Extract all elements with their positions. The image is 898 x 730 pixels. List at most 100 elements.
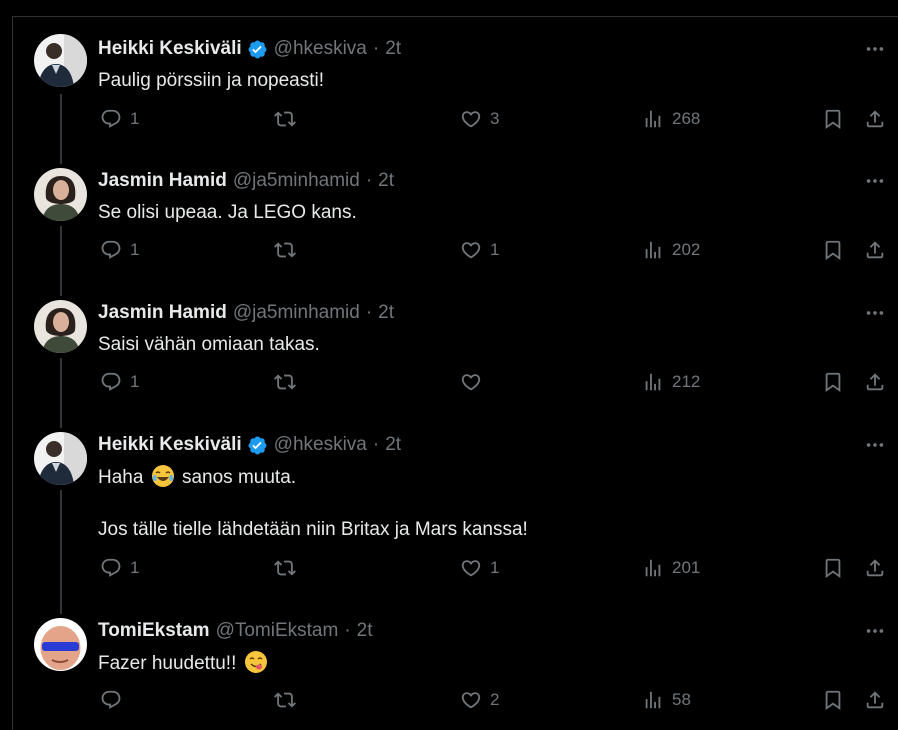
views-button[interactable]: 58 [642,689,691,711]
views-button[interactable]: 201 [642,557,700,579]
bookmark-icon [822,239,844,261]
views-count: 58 [672,690,691,709]
bookmark-button[interactable] [822,557,844,579]
like-icon [460,108,482,130]
like-count: 2 [490,690,500,709]
tweet-paragraph: Haha sanos muuta. [98,464,528,491]
bookmark-button[interactable] [822,371,844,393]
bookmark-button[interactable] [822,239,844,261]
tweet-header: Heikki Keskiväli @hkeskiva · 2t [98,434,401,456]
avatar[interactable] [34,618,87,671]
verified-icon [247,435,268,456]
reply-button[interactable]: 1 [100,108,139,130]
timestamp[interactable]: 2t [357,620,373,642]
views-icon [642,371,664,393]
like-count: 1 [490,558,500,577]
author-name[interactable]: Jasmin Hamid [98,302,227,324]
retweet-button[interactable] [274,239,304,261]
yum-face-emoji-icon [244,651,267,673]
avatar[interactable] [34,168,87,221]
timestamp[interactable]: 2t [385,38,401,60]
separator-dot: · [365,170,373,191]
like-button[interactable]: 1 [460,557,499,579]
share-button[interactable] [864,371,886,393]
more-icon[interactable] [864,620,886,642]
share-button[interactable] [864,108,886,130]
tweet-text: Se olisi upeaa. Ja LEGO kans. [98,200,357,226]
reply-button[interactable] [100,689,130,711]
views-icon [642,557,664,579]
bookmark-button[interactable] [822,108,844,130]
author-handle[interactable]: @ja5minhamid [233,302,360,324]
reply-icon [100,239,122,261]
bookmark-icon [822,371,844,393]
like-button[interactable]: 1 [460,239,499,261]
reply-count: 1 [130,558,140,577]
avatar-image [34,432,87,485]
tweet-paragraph: Paulig pörssiin ja nopeasti! [98,70,325,91]
author-name[interactable]: TomiEkstam [98,620,210,642]
tweet[interactable]: Jasmin Hamid @ja5minhamid · 2t Saisi väh… [12,294,898,424]
retweet-button[interactable] [274,108,304,130]
share-button[interactable] [864,239,886,261]
more-icon[interactable] [864,302,886,324]
views-button[interactable]: 212 [642,371,700,393]
avatar[interactable] [34,300,87,353]
timestamp[interactable]: 2t [378,302,394,324]
timestamp[interactable]: 2t [385,434,401,456]
author-name[interactable]: Heikki Keskiväli [98,434,242,456]
tweet-text: Haha sanos muuta. Jos tälle tielle lähde… [98,464,528,543]
reply-count: 1 [130,372,140,391]
tweet-actions: 1 212 [98,371,898,401]
share-button[interactable] [864,689,886,711]
more-icon[interactable] [864,434,886,456]
tweet-header: Jasmin Hamid @ja5minhamid · 2t [98,302,394,324]
retweet-button[interactable] [274,557,304,579]
like-icon [460,239,482,261]
tweet[interactable]: TomiEkstam @TomiEkstam · 2t Fazer huudet… [12,612,898,730]
retweet-button[interactable] [274,689,304,711]
like-button[interactable]: 3 [460,108,499,130]
reply-count: 1 [130,240,140,259]
like-icon [460,689,482,711]
author-handle[interactable]: @ja5minhamid [233,170,360,192]
like-button[interactable] [460,371,490,393]
verified-icon [247,39,268,60]
avatar[interactable] [34,432,87,485]
author-name[interactable]: Jasmin Hamid [98,170,227,192]
share-icon [864,557,886,579]
reply-button[interactable]: 1 [100,371,139,393]
tweet[interactable]: Heikki Keskiväli @hkeskiva · 2t Haha san… [12,426,898,612]
author-name[interactable]: Heikki Keskiväli [98,38,242,60]
tweet-text: Paulig pörssiin ja nopeasti! [98,68,324,94]
like-count: 1 [490,240,500,259]
tweet-header: Jasmin Hamid @ja5minhamid · 2t [98,170,394,192]
views-count: 201 [672,558,701,577]
reply-count: 1 [130,109,140,128]
retweet-icon [274,239,296,261]
bookmark-button[interactable] [822,689,844,711]
bookmark-icon [822,557,844,579]
tweet[interactable]: Heikki Keskiväli @hkeskiva · 2t Paulig p… [12,30,898,160]
author-handle[interactable]: @hkeskiva [274,38,367,60]
tweet-header: TomiEkstam @TomiEkstam · 2t [98,620,373,642]
retweet-icon [274,557,296,579]
reply-button[interactable]: 1 [100,557,139,579]
share-button[interactable] [864,557,886,579]
reply-button[interactable]: 1 [100,239,139,261]
timestamp[interactable]: 2t [378,170,394,192]
views-button[interactable]: 202 [642,239,700,261]
views-icon [642,108,664,130]
share-icon [864,689,886,711]
author-handle[interactable]: @TomiEkstam [216,620,339,642]
author-handle[interactable]: @hkeskiva [274,434,367,456]
tweet[interactable]: Jasmin Hamid @ja5minhamid · 2t Se olisi … [12,162,898,292]
more-icon[interactable] [864,38,886,60]
retweet-button[interactable] [274,371,304,393]
timeline-top-border [12,16,898,17]
like-button[interactable]: 2 [460,689,499,711]
avatar[interactable] [34,34,87,87]
views-button[interactable]: 268 [642,108,700,130]
tweet-text: Saisi vähän omiaan takas. [98,332,320,358]
more-icon[interactable] [864,170,886,192]
